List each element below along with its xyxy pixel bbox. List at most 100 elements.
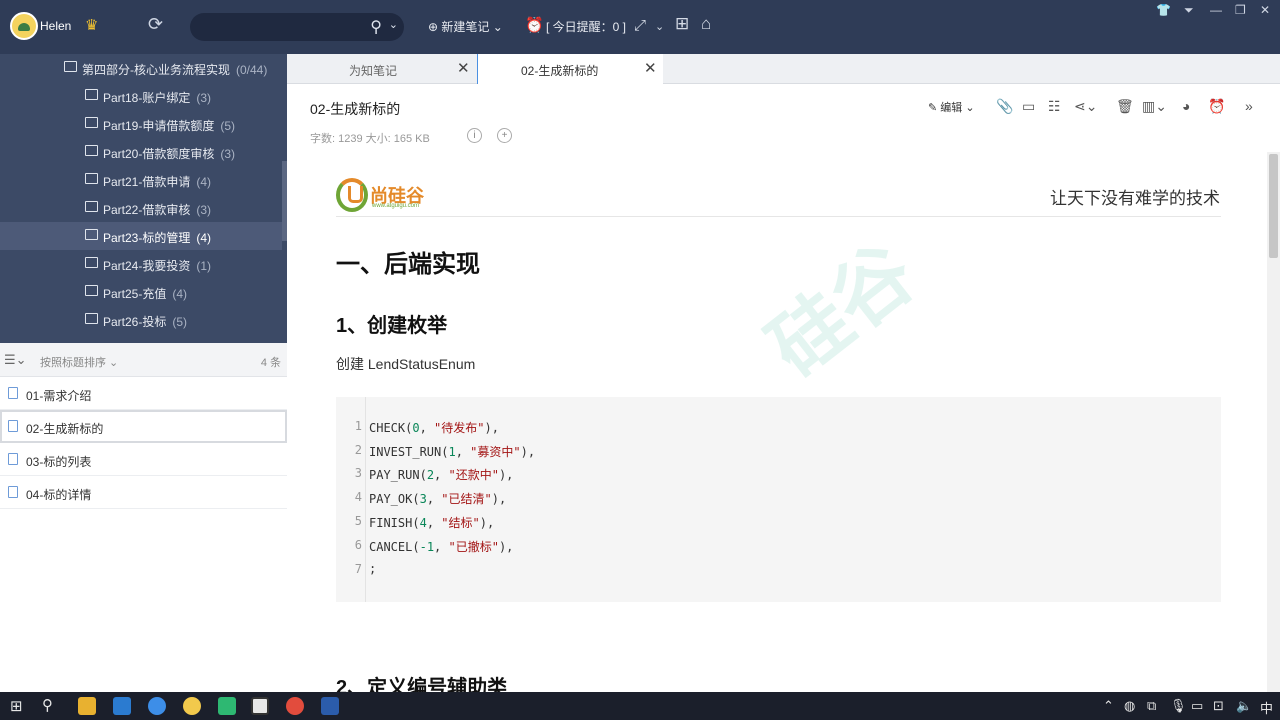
app-icon[interactable] [183,697,201,715]
add-icon[interactable]: + [497,128,512,143]
close-icon[interactable]: ✕ [457,59,470,77]
enum-message: "结标" [441,516,480,530]
reading-mode-icon[interactable]: ▥⌄ [1142,98,1167,115]
window-icon[interactable]: ⧉ [1147,698,1156,714]
tree-item-count: (4) [172,287,188,301]
folder-icon [85,257,98,268]
intellij-icon[interactable] [251,697,269,715]
tree-item-part23[interactable]: Part23-标的管理 (4) [0,222,282,250]
close-button[interactable]: ✕ [1260,3,1270,17]
sort-dropdown[interactable]: 按照标题排序 ⌄ [40,354,118,370]
microphone-icon[interactable]: 🎙 [1170,698,1187,714]
tree-scrollbar[interactable] [282,161,287,241]
share-icon[interactable]: ⋖⌄ [1074,98,1097,115]
reminder-button[interactable]: [ 今日提醒：0 ] [546,18,626,35]
chevron-down-icon[interactable]: ⌄ [655,20,664,33]
folder-icon [85,89,98,100]
tab-current-note[interactable]: 02-生成新标的 ✕ [477,54,663,84]
search-icon[interactable]: ⚲ [370,17,382,37]
user-avatar[interactable] [10,12,38,40]
chevron-down-icon[interactable]: ⌄ [389,18,398,31]
line-number: 7 [354,562,362,576]
note-item-02[interactable]: 02-生成新标的 [0,410,287,443]
ime-indicator[interactable]: 中 [1260,698,1273,717]
tree-item-part4[interactable]: 第四部分-核心业务流程实现 (0/44) [0,54,282,82]
tree-item-part20[interactable]: Part20-借款额度审核 (3) [0,138,282,166]
tree-item-label: Part20-借款额度审核 [103,147,215,161]
comment-icon[interactable]: ▭ [1022,98,1035,115]
home-icon[interactable]: ⌂ [701,14,711,34]
new-note-button[interactable]: ⊕ 新建笔记 ⌄ [428,18,503,35]
logo-mark [336,178,368,212]
info-icon[interactable]: i [467,128,482,143]
tree-item-part26[interactable]: Part26-投标 (5) [0,306,282,334]
display-icon[interactable]: ⊡ [1213,698,1224,714]
more-icon[interactable]: » [1245,98,1253,114]
sync-icon[interactable]: ⟳ [148,14,163,35]
search-icon[interactable]: ⚲ [42,696,53,714]
folder-icon [85,313,98,324]
weibo-icon[interactable]: ◕ [1182,98,1190,114]
fullscreen-icon[interactable]: ⤢ [634,17,646,34]
chrome-icon[interactable] [286,697,304,715]
delete-icon[interactable]: 🗑 [1116,98,1134,115]
show-hidden-icons[interactable]: ⌃ [1103,698,1114,714]
reminder-icon[interactable]: ⏰ [1208,98,1225,115]
note-item-03[interactable]: 03-标的列表 [0,443,287,476]
volume-icon[interactable]: 🔈 [1236,698,1252,714]
edit-button[interactable]: ✎ 编辑 ⌄ [928,99,975,115]
skin-icon[interactable]: 👕 [1156,3,1171,17]
tree-item-part24[interactable]: Part24-我要投资 (1) [0,250,282,278]
note-item-01[interactable]: 01-需求介绍 [0,377,287,410]
note-title: 03-标的列表 [26,455,92,469]
menu-icon[interactable]: ⏷ [1184,3,1194,18]
word-icon[interactable] [321,697,339,715]
browser-icon[interactable] [148,697,166,715]
enum-message: "还款中" [448,468,499,482]
document-scrollbar[interactable] [1267,152,1280,692]
tree-item-label: Part26-投标 [103,315,167,329]
enum-name: INVEST_RUN [369,445,442,459]
windows-start-icon[interactable]: ⊞ [10,697,23,715]
folder-icon [85,201,98,212]
vscode-icon[interactable] [113,697,131,715]
heading-create-enum: 1、创建枚举 [336,315,448,337]
enum-code: 2 [426,468,435,482]
restore-button[interactable]: ❐ [1235,3,1246,17]
edit-label: 编辑 [940,102,963,114]
scroll-thumb[interactable] [1269,154,1278,258]
enum-message: "已撤标" [448,540,499,554]
network-icon[interactable]: ◍ [1124,698,1135,714]
code-block[interactable]: 1 CHECK(0, "待发布"), 2 INVEST_RUN(1, "募资中"… [336,397,1221,602]
sidebar: 第四部分-核心业务流程实现 (0/44) Part18-账户绑定 (3) Part1… [0,54,287,692]
tree-item-count: (4) [196,175,212,189]
search-input[interactable]: ⚲ ⌄ [190,13,404,41]
watermark: 硅谷 [753,228,931,394]
crown-icon[interactable]: ♛ [85,16,98,34]
username[interactable]: Helen [40,19,71,33]
tree-item-part22[interactable]: Part22-借款审核 (3) [0,194,282,222]
tree-item-part19[interactable]: Part19-申请借款额度 (5) [0,110,282,138]
tab-wiz-notes[interactable]: 为知笔记 ✕ [287,54,477,84]
top-toolbar: Helen ♛ ⟳ ⚲ ⌄ ⊕ 新建笔记 ⌄ ⏰ [ 今日提醒：0 ] ⤢ ⌄ … [0,0,1280,54]
folder-icon [85,229,98,240]
list-menu-icon[interactable]: ☰⌄ [4,352,27,368]
minimize-button[interactable]: — [1210,3,1222,17]
history-icon[interactable]: ☷ [1048,98,1061,115]
tree-item-label: Part23-标的管理 [103,231,191,245]
close-icon[interactable]: ✕ [644,59,657,77]
folder-icon [85,285,98,296]
tree-item-part21[interactable]: Part21-借款申请 (4) [0,166,282,194]
tree-item-part25[interactable]: Part25-充值 (4) [0,278,282,306]
tree-item-label: Part21-借款申请 [103,175,191,189]
note-title-heading[interactable]: 02-生成新标的 [310,99,400,119]
attachment-icon[interactable]: 📎 [996,98,1013,115]
tree-item-part18[interactable]: Part18-账户绑定 (3) [0,82,282,110]
enum-name: FINISH [369,516,413,530]
note-item-04[interactable]: 04-标的详情 [0,476,287,509]
battery-icon[interactable]: ▭ [1191,698,1203,714]
tab-label: 02-生成新标的 [521,64,599,78]
terminal-icon[interactable] [218,697,236,715]
grid-icon[interactable]: ⊞ [675,14,689,34]
file-explorer-icon[interactable] [78,697,96,715]
